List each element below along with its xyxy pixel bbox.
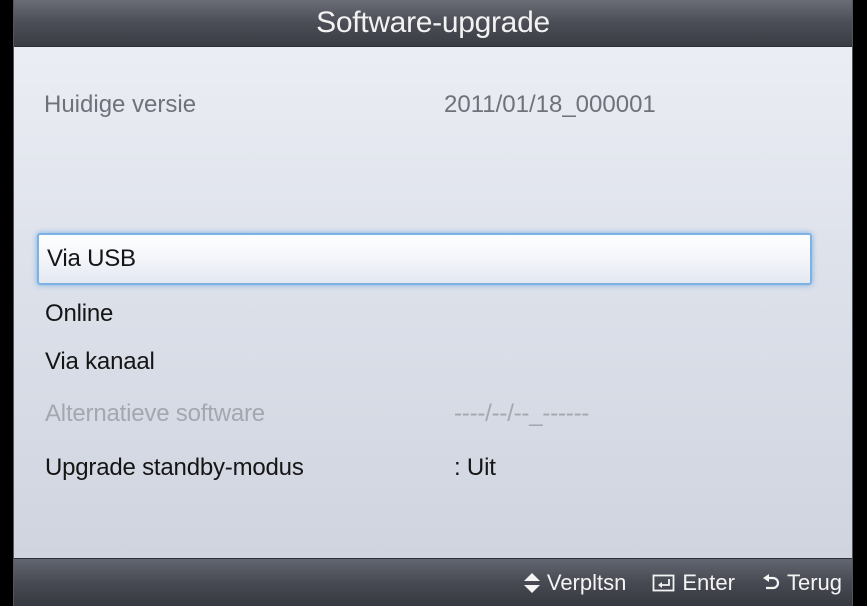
- menu-item-label: Via kanaal: [45, 348, 155, 375]
- menu-item-alternatieve-software: Alternatieve software ----/--/--_------: [37, 388, 811, 440]
- dialog-title: Software-upgrade: [316, 6, 550, 39]
- hint-enter-label: Enter: [682, 569, 735, 595]
- hint-move[interactable]: Verpltsn: [523, 569, 627, 596]
- menu-item-label: Upgrade standby-modus: [45, 454, 304, 481]
- up-down-arrows-icon: [523, 572, 541, 594]
- enter-icon: [652, 573, 676, 593]
- software-upgrade-dialog: Software-upgrade Huidige versie 2011/01/…: [13, 0, 853, 606]
- return-icon: [761, 573, 781, 593]
- button-hint-bar: Verpltsn Enter Terug: [14, 558, 852, 606]
- menu-item-online[interactable]: Online: [37, 288, 811, 340]
- menu-item-value: ----/--/--_------: [454, 400, 590, 427]
- menu-item-via-kanaal[interactable]: Via kanaal: [37, 336, 811, 388]
- hint-return[interactable]: Terug: [761, 570, 842, 596]
- menu-item-via-usb[interactable]: Via USB: [37, 233, 812, 285]
- menu-item-label: Via USB: [47, 245, 136, 272]
- hint-return-label: Terug: [786, 569, 842, 595]
- hint-move-label: Verpltsn: [546, 569, 627, 595]
- current-version-row: Huidige versie 2011/01/18_000001: [44, 86, 822, 124]
- menu-item-value: : Uit: [454, 454, 496, 481]
- current-version-label: Huidige versie: [44, 91, 197, 118]
- menu-item-upgrade-standby-modus[interactable]: Upgrade standby-modus : Uit: [37, 442, 811, 494]
- menu-item-label: Alternatieve software: [45, 400, 265, 427]
- current-version-value: 2011/01/18_000001: [444, 91, 656, 118]
- menu-item-label: Online: [45, 300, 114, 327]
- hint-enter[interactable]: Enter: [652, 570, 735, 596]
- title-bar: Software-upgrade: [14, 0, 852, 47]
